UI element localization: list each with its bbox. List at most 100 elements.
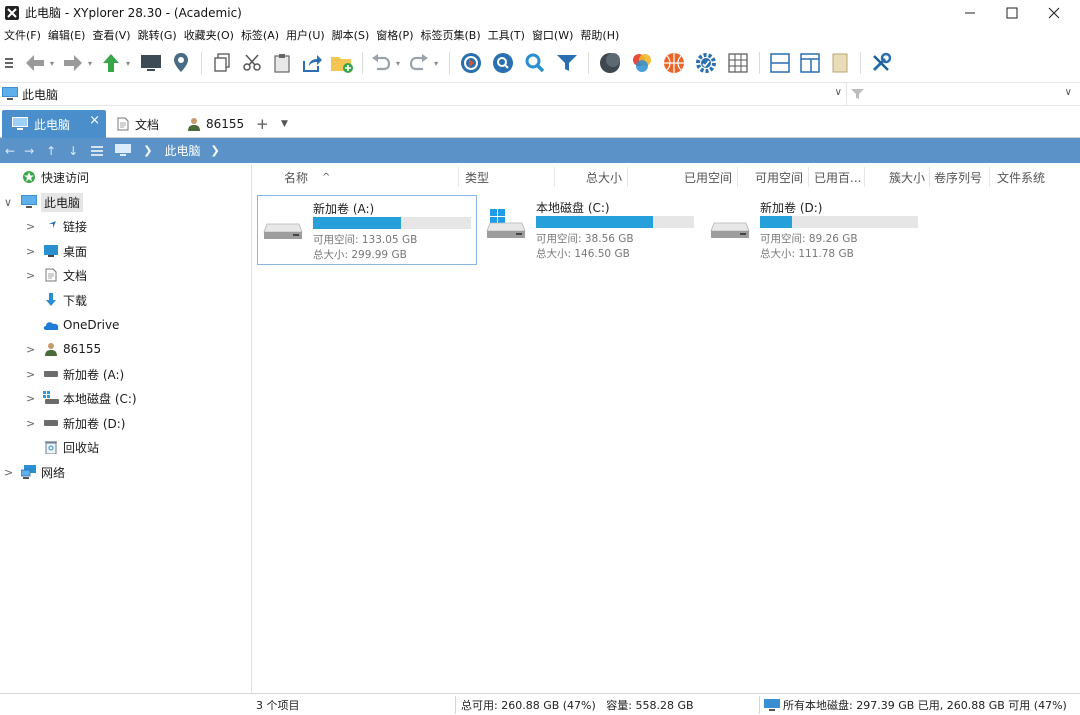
list-icon[interactable] <box>91 145 104 156</box>
minimize-button[interactable] <box>948 0 992 25</box>
column-divider[interactable] <box>808 167 809 187</box>
tree-item-drive-c[interactable]: > 本地磁盘 (C:) <box>26 387 137 409</box>
menu-window[interactable]: 窗口(W) <box>528 27 576 43</box>
drive-tile-c[interactable]: 本地磁盘 (C:) 可用空间: 38.56 GB 总大小: 146.50 GB <box>481 195 701 265</box>
drive-tile-a[interactable]: 新加卷 (A:) 可用空间: 133.05 GB 总大小: 299.99 GB <box>257 195 477 265</box>
nav-down-icon[interactable]: ↓ <box>68 144 78 158</box>
expand-chevron-icon[interactable]: > <box>26 269 36 282</box>
breadcrumb-chevron-icon[interactable]: ❯ <box>210 144 219 157</box>
computer-icon[interactable] <box>115 144 132 157</box>
expand-chevron-icon[interactable]: ∨ <box>4 196 14 209</box>
refresh-icon[interactable] <box>455 50 487 76</box>
redo-dropdown-icon[interactable]: ▾ <box>434 59 438 68</box>
expand-chevron-icon[interactable]: > <box>26 220 36 233</box>
menu-file[interactable]: 文件(F) <box>0 27 44 43</box>
expand-chevron-icon[interactable]: > <box>26 368 36 381</box>
address-field[interactable]: 此电脑 ∨ <box>0 83 846 105</box>
column-used-space[interactable]: 已用空间 <box>684 165 732 190</box>
menu-panes[interactable]: 窗格(P) <box>372 27 416 43</box>
tab-user[interactable]: 86155 <box>183 110 249 138</box>
filter-dropdown-icon[interactable]: ∨ <box>1065 87 1072 98</box>
ball-icon[interactable] <box>658 50 690 76</box>
dark-mode-icon[interactable] <box>594 50 626 76</box>
preview-pane-icon[interactable] <box>795 50 825 76</box>
computer-icon[interactable] <box>136 50 166 76</box>
column-divider[interactable] <box>554 167 555 187</box>
menu-view[interactable]: 查看(V) <box>88 27 133 43</box>
column-divider[interactable] <box>989 167 990 187</box>
maximize-button[interactable] <box>990 0 1034 25</box>
tree-item-links[interactable]: > 链接 <box>26 215 87 237</box>
filter-field[interactable]: ∨ <box>846 83 1080 105</box>
column-divider[interactable] <box>929 167 930 187</box>
redo-icon[interactable] <box>406 50 432 76</box>
expand-chevron-icon[interactable]: > <box>26 343 36 356</box>
menu-user[interactable]: 用户(U) <box>282 27 328 43</box>
settings-gear-icon[interactable] <box>690 50 722 76</box>
tree-item-drive-d[interactable]: > 新加卷 (D:) <box>26 412 125 434</box>
address-dropdown-icon[interactable]: ∨ <box>835 87 842 98</box>
tab-list-dropdown-icon[interactable]: ▼ <box>281 110 295 138</box>
expand-chevron-icon[interactable]: > <box>26 417 36 430</box>
forward-dropdown-icon[interactable]: ▾ <box>88 59 92 68</box>
filter-icon[interactable] <box>551 50 583 76</box>
tree-item-downloads[interactable]: 下载 <box>26 289 87 311</box>
back-dropdown-icon[interactable]: ▾ <box>50 59 54 68</box>
breadcrumb-current[interactable]: 此电脑 <box>164 142 200 159</box>
close-button[interactable] <box>1032 0 1076 25</box>
column-divider[interactable] <box>864 167 865 187</box>
tab-this-pc[interactable]: 此电脑 × <box>2 110 106 138</box>
column-free-space[interactable]: 可用空间 <box>755 165 803 190</box>
tree-item-drive-a[interactable]: > 新加卷 (A:) <box>26 363 124 385</box>
tab-documents[interactable]: 文档 <box>112 110 178 138</box>
search-icon[interactable] <box>487 50 519 76</box>
copy-icon[interactable] <box>207 50 237 76</box>
up-arrow-icon[interactable] <box>98 50 124 76</box>
menu-scripting[interactable]: 脚本(S) <box>328 27 373 43</box>
column-divider[interactable] <box>458 167 459 187</box>
cut-icon[interactable] <box>237 50 267 76</box>
tree-item-user[interactable]: > 86155 <box>26 338 101 360</box>
column-divider[interactable] <box>627 167 628 187</box>
column-name[interactable]: 名称 ^ <box>284 165 330 190</box>
tree-item-this-pc[interactable]: ∨ 此电脑 <box>4 191 84 213</box>
nav-forward-icon[interactable]: → <box>24 144 34 158</box>
tree-item-documents[interactable]: > 文档 <box>26 264 87 286</box>
nav-up-icon[interactable]: ↑ <box>46 144 56 158</box>
expand-chevron-icon[interactable]: > <box>26 245 36 258</box>
up-dropdown-icon[interactable]: ▾ <box>126 59 130 68</box>
quick-search-icon[interactable] <box>519 50 551 76</box>
column-type[interactable]: 类型 <box>465 165 489 190</box>
column-divider[interactable] <box>737 167 738 187</box>
column-used-percent[interactable]: 已用百... <box>814 165 861 190</box>
column-file-system[interactable]: 文件系统 <box>997 165 1045 190</box>
undo-icon[interactable] <box>368 50 394 76</box>
nav-back-icon[interactable]: ← <box>5 144 15 158</box>
close-tab-icon[interactable]: × <box>89 113 100 128</box>
back-arrow-icon[interactable] <box>22 50 48 76</box>
paste-icon[interactable] <box>267 50 297 76</box>
expand-chevron-icon[interactable]: > <box>4 466 14 479</box>
location-pin-icon[interactable] <box>166 50 196 76</box>
tools-icon[interactable] <box>866 50 896 76</box>
tree-item-network[interactable]: > 网络 <box>4 461 65 483</box>
menu-tabsets[interactable]: 标签页集(B) <box>416 27 483 43</box>
grid-icon[interactable] <box>722 50 754 76</box>
tree-item-onedrive[interactable]: OneDrive <box>26 314 119 336</box>
tree-item-desktop[interactable]: > 桌面 <box>26 240 87 262</box>
color-icon[interactable] <box>626 50 658 76</box>
new-tab-button[interactable]: + <box>256 110 272 138</box>
status-all-drives[interactable]: 所有本地磁盘: 297.39 GB 已用, 260.88 GB 可用 (47%) <box>764 694 1067 715</box>
menu-tools[interactable]: 工具(T) <box>484 27 528 43</box>
column-serial-number[interactable]: 卷序列号 <box>934 165 982 190</box>
info-panel-icon[interactable] <box>825 50 855 76</box>
menu-edit[interactable]: 编辑(E) <box>44 27 89 43</box>
menu-icon[interactable] <box>2 50 16 76</box>
undo-dropdown-icon[interactable]: ▾ <box>396 59 400 68</box>
column-total-size[interactable]: 总大小 <box>586 165 622 190</box>
forward-arrow-icon[interactable] <box>60 50 86 76</box>
drive-tile-d[interactable]: 新加卷 (D:) 可用空间: 89.26 GB 总大小: 111.78 GB <box>705 195 925 265</box>
horizontal-pane-icon[interactable] <box>765 50 795 76</box>
tree-item-recycle-bin[interactable]: 回收站 <box>26 436 99 458</box>
tree-item-quick-access[interactable]: 快速访问 <box>4 166 89 188</box>
